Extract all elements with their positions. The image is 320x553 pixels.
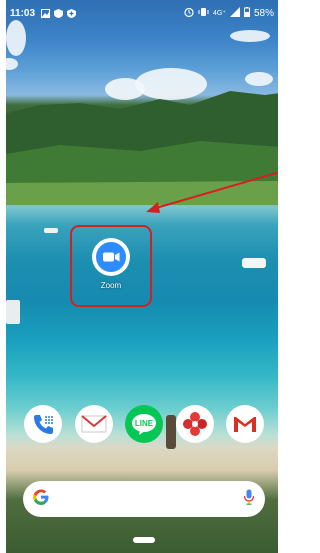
app-label: Zoom: [100, 281, 122, 290]
dock-phone[interactable]: [24, 405, 62, 443]
zoom-app-icon[interactable]: [92, 238, 130, 276]
dock-photos[interactable]: [176, 405, 214, 443]
line-icon: LINE: [132, 414, 156, 435]
frame-left: [0, 0, 6, 553]
search-input[interactable]: [57, 492, 243, 506]
zoom-video-icon: [96, 242, 126, 272]
mail-icon: [81, 415, 107, 433]
android-home-screen: 11:03 4G⁺ 58% Zoom LINE: [0, 0, 280, 553]
line-text: LINE: [135, 419, 154, 428]
google-g-icon: [33, 489, 49, 510]
mic-icon[interactable]: [243, 489, 255, 510]
phone-icon: [34, 415, 53, 434]
dock-line[interactable]: LINE: [125, 405, 163, 443]
navigation-bar: [0, 531, 280, 553]
dock-gmail[interactable]: [226, 405, 264, 443]
gmail-icon: [233, 416, 257, 432]
dock: LINE: [0, 405, 280, 445]
google-search-bar[interactable]: [23, 481, 265, 517]
flower-icon: [183, 412, 207, 436]
home-gesture-pill[interactable]: [133, 537, 155, 543]
app-zoom[interactable]: Zoom: [88, 238, 134, 290]
dock-mail[interactable]: [75, 405, 113, 443]
frame-right: [278, 0, 280, 553]
